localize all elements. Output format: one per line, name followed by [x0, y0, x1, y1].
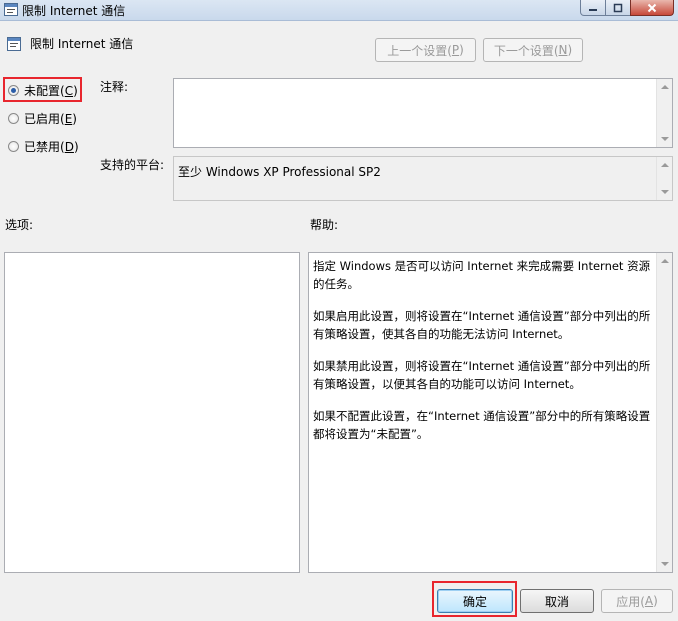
next-setting-label: 下一个设置( [493, 43, 559, 58]
radio-enabled-label: 已启用(E) [24, 111, 77, 126]
policy-window-icon [4, 3, 18, 16]
radio-enabled-indicator[interactable] [8, 112, 19, 124]
minimize-icon [589, 8, 597, 11]
apply-mnemonic: A [644, 594, 654, 608]
radio-disabled[interactable]: 已禁用(D) [8, 138, 79, 154]
options-pane[interactable] [4, 252, 300, 573]
window-controls [580, 0, 674, 18]
comment-scrollbar[interactable] [656, 79, 672, 147]
scroll-up-icon[interactable] [661, 163, 669, 167]
radio-disabled-indicator[interactable] [8, 140, 19, 152]
platform-value: 至少 Windows XP Professional SP2 [178, 165, 381, 179]
next-setting-mnemonic: N [558, 43, 568, 57]
maximize-button[interactable] [605, 0, 631, 16]
help-scrollbar[interactable] [656, 253, 672, 572]
next-setting-button[interactable]: 下一个设置(N) [483, 38, 583, 62]
scroll-up-icon[interactable] [661, 259, 669, 263]
platform-field: 至少 Windows XP Professional SP2 [173, 156, 673, 201]
help-paragraph: 指定 Windows 是否可以访问 Internet 来完成需要 Interne… [313, 259, 651, 291]
radio-disabled-label: 已禁用(D) [24, 139, 79, 154]
help-paragraph: 如果不配置此设置，在“Internet 通信设置”部分中的所有策略设置都将设置为… [313, 409, 651, 441]
close-button[interactable] [630, 0, 674, 16]
setting-title: 限制 Internet 通信 [30, 37, 134, 51]
help-section-label: 帮助: [310, 218, 339, 232]
close-icon [647, 3, 657, 12]
scroll-up-icon[interactable] [661, 85, 669, 89]
cancel-button[interactable]: 取消 [520, 589, 594, 613]
options-section-label: 选项: [5, 218, 34, 232]
platform-label: 支持的平台: [100, 158, 165, 172]
help-pane[interactable]: 指定 Windows 是否可以访问 Internet 来完成需要 Interne… [308, 252, 673, 573]
highlight-not-configured [3, 77, 82, 102]
previous-setting-button[interactable]: 上一个设置(P) [375, 38, 476, 62]
scroll-down-icon[interactable] [661, 562, 669, 566]
scroll-down-icon[interactable] [661, 190, 669, 194]
title-bar[interactable]: 限制 Internet 通信 [0, 0, 678, 21]
apply-label: 应用( [616, 594, 645, 609]
help-paragraph: 如果启用此设置，则将设置在“Internet 通信设置”部分中列出的所有策略设置… [313, 309, 651, 341]
previous-setting-label: 上一个设置( [387, 43, 452, 58]
comment-label: 注释: [100, 80, 129, 94]
scroll-down-icon[interactable] [661, 137, 669, 141]
maximize-icon [613, 3, 623, 12]
window-title: 限制 Internet 通信 [22, 4, 126, 18]
radio-enabled[interactable]: 已启用(E) [8, 110, 77, 126]
platform-scrollbar[interactable] [656, 157, 672, 200]
apply-button[interactable]: 应用(A) [601, 589, 673, 613]
highlight-ok [432, 581, 517, 617]
policy-setting-icon [7, 37, 21, 51]
help-paragraph: 如果禁用此设置，则将设置在“Internet 通信设置”部分中列出的所有策略设置… [313, 359, 651, 391]
comment-textarea[interactable] [173, 78, 673, 148]
minimize-button[interactable] [580, 0, 606, 16]
help-text: 指定 Windows 是否可以访问 Internet 来完成需要 Interne… [313, 257, 652, 457]
previous-setting-mnemonic: P [451, 43, 460, 57]
